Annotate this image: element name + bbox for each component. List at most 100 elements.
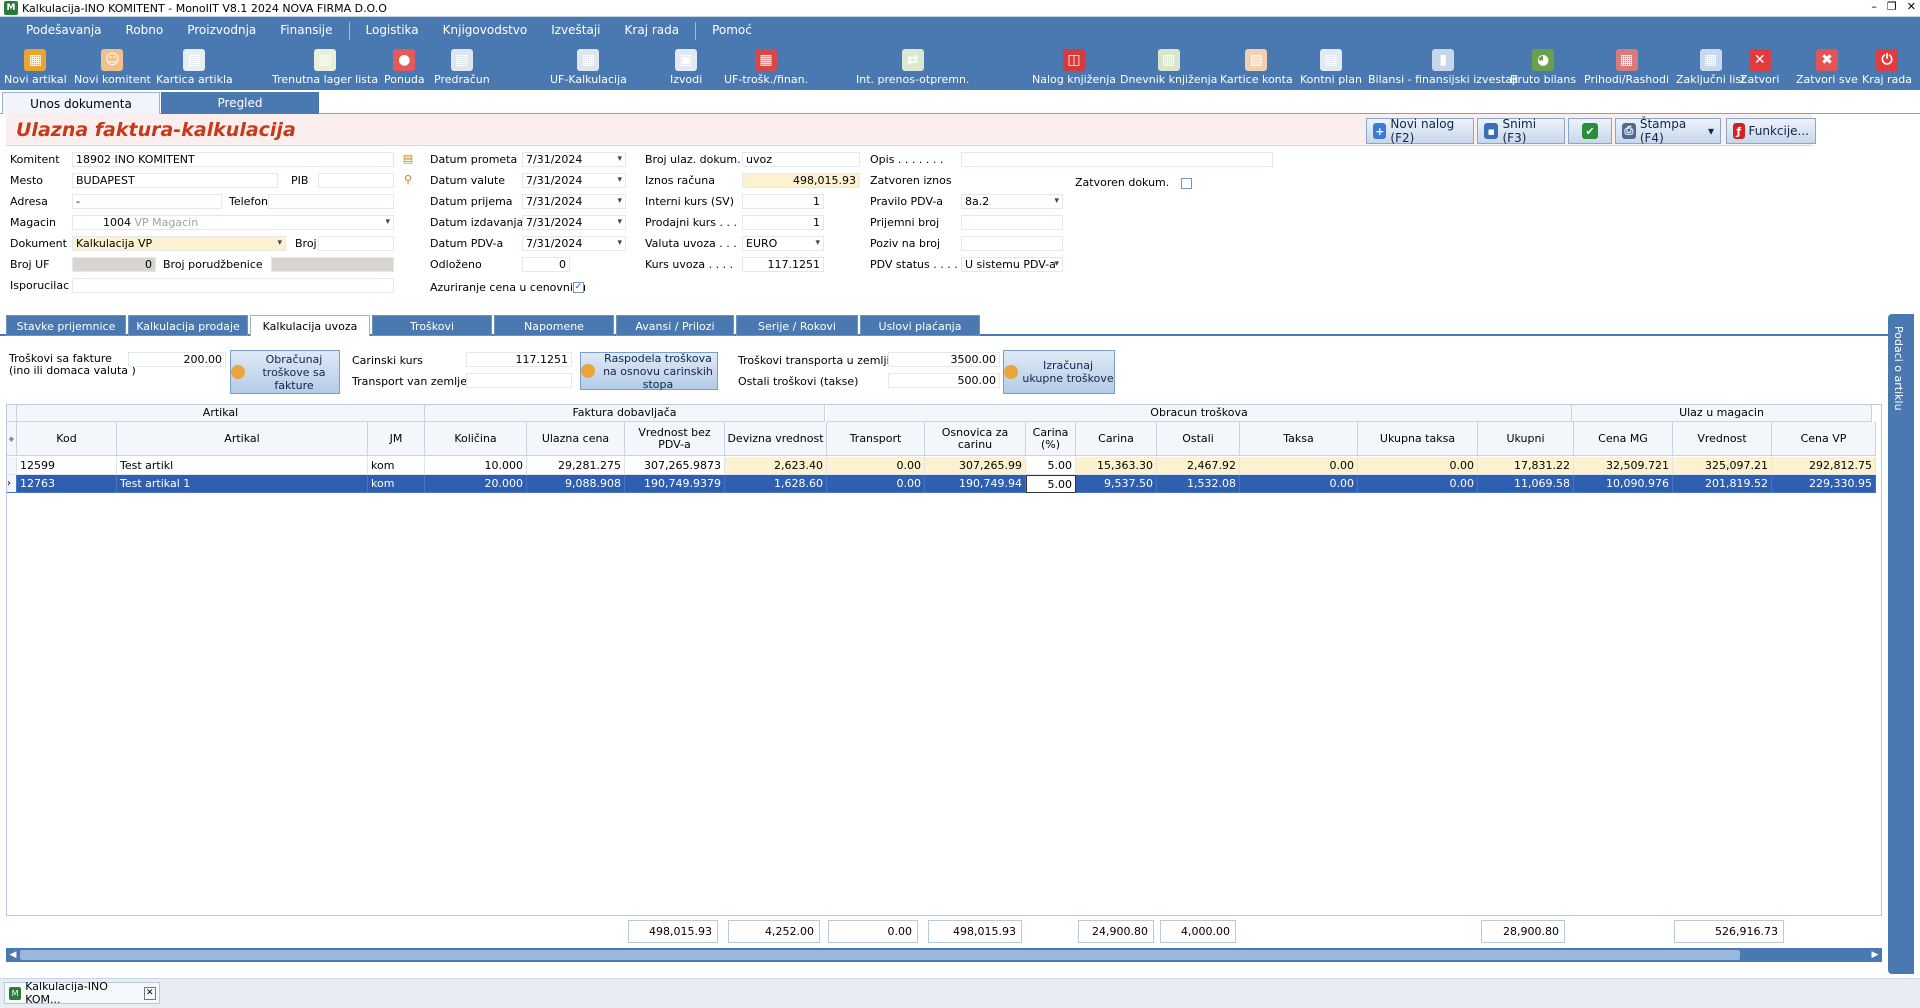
tab-stavke-prijemnice[interactable]: Stavke prijemnice (6, 315, 126, 336)
toolbar-button-9[interactable]: ▦ UF-trošk./finan. (724, 44, 808, 90)
column-header[interactable]: Ukupna taksa (1358, 422, 1478, 456)
scroll-left-icon[interactable]: ◀ (6, 948, 20, 962)
print-button[interactable]: ⎙ Štampa (F4) ▾ (1615, 117, 1721, 145)
menu-podesavanja[interactable]: Podešavanja (14, 17, 114, 44)
toolbar-button-14[interactable]: ▤ Kontni plan (1300, 44, 1362, 90)
poziv-field[interactable] (961, 236, 1063, 251)
iznos-racuna-field[interactable]: 498,015.93 (742, 173, 860, 188)
dokument-select[interactable]: Kalkulacija VP (72, 236, 286, 251)
broj-field[interactable] (318, 236, 394, 251)
confirm-button[interactable]: ✔ (1568, 118, 1612, 144)
pdv-status-select[interactable]: U sistemu PDV-a (961, 257, 1063, 272)
column-header[interactable]: Devizna vrednost (725, 422, 827, 456)
window-tab-kalkulacija[interactable]: M Kalkulacija-INO KOM... ✕ (4, 980, 160, 1006)
adresa-field[interactable]: - (72, 194, 222, 209)
toolbar-button-21[interactable]: ⏻ Kraj rada (1862, 44, 1912, 90)
tab-serije-rokovi[interactable]: Serije / Rokovi trajanja (736, 315, 858, 354)
toolbar-button-19[interactable]: ✕ Zatvori (1740, 44, 1779, 90)
column-header[interactable]: Kod (17, 422, 117, 456)
toolbar-button-8[interactable]: ▣ Izvodi (670, 44, 702, 90)
column-header[interactable]: Vrednost (1673, 422, 1772, 456)
toolbar-button-20[interactable]: ✖ Zatvori sve (1796, 44, 1858, 90)
scroll-right-icon[interactable]: ▶ (1868, 948, 1882, 962)
prodajni-kurs-field[interactable]: 1 (742, 215, 824, 230)
raspodela-troskova-button[interactable]: Raspodela troškova na osnovu carinskih s… (580, 352, 718, 391)
menu-knjigovodstvo[interactable]: Knjigovodstvo (431, 17, 540, 44)
menu-izvestaji[interactable]: Izveštaji (539, 17, 612, 44)
toolbar-button-13[interactable]: ▧ Kartice konta (1220, 44, 1293, 90)
odlozeno-field[interactable]: 0 (522, 257, 570, 272)
column-header[interactable]: Cena MG (1574, 422, 1673, 456)
tab-kalkulacija-uvoza[interactable]: Kalkulacija uvoza (250, 315, 370, 336)
scroll-thumb[interactable] (20, 950, 1740, 960)
toolbar-button-7[interactable]: ▦ UF-Kalkulacija (550, 44, 627, 90)
pravilo-pdv-select[interactable]: 8a.2 (961, 194, 1063, 209)
tab-kalkulacija-prodaje[interactable]: Kalkulacija prodaje (128, 315, 248, 336)
broj-ulaz-field[interactable]: uvoz (742, 152, 860, 167)
new-order-button[interactable]: + Novi nalog (F2) (1366, 117, 1474, 145)
menu-kraj-rada[interactable]: Kraj rada (613, 17, 692, 44)
mesto-field[interactable]: BUDAPEST (72, 173, 278, 188)
carinski-kurs-field[interactable]: 117.1251 (466, 352, 572, 367)
opis-field[interactable] (961, 152, 1273, 167)
obracunaj-troskove-button[interactable]: Obračunaj troškove sa fakture (230, 350, 340, 394)
tab-unos-dokumenta[interactable]: Unos dokumenta (2, 92, 160, 114)
troskovi-transporta-field[interactable]: 3500.00 (888, 352, 1000, 367)
prijemni-broj-field[interactable] (961, 215, 1063, 230)
close-window-button[interactable]: ✕ (1907, 0, 1916, 13)
tab-avansi-prilozi[interactable]: Avansi / Prilozi (616, 315, 734, 336)
item-info-panel-tab[interactable]: Podaci o artiklu (1888, 314, 1914, 974)
column-header[interactable]: Cena VP (1772, 422, 1876, 456)
column-header[interactable]: Transport (827, 422, 925, 456)
toolbar-button-16[interactable]: ◕ Bruto bilans (1510, 44, 1576, 90)
toolbar-button-4[interactable]: ▥ Trenutna lager lista (272, 44, 378, 90)
datum-pdv-field[interactable]: 7/31/2024 (522, 236, 626, 251)
tab-pregled[interactable]: Pregled (161, 92, 319, 114)
table-cell[interactable]: 5.00 (1026, 475, 1076, 493)
datum-prometa-field[interactable]: 7/31/2024 (522, 152, 626, 167)
minimize-button[interactable]: – (1871, 0, 1877, 13)
maximize-button[interactable]: ❐ (1887, 0, 1897, 13)
menu-finansije[interactable]: Finansije (268, 17, 344, 44)
column-header[interactable]: Ulazna cena (527, 422, 625, 456)
datum-izdavanja-field[interactable]: 7/31/2024 (522, 215, 626, 230)
toolbar-button-5[interactable]: ● Ponuda (384, 44, 425, 90)
menu-pomoc[interactable]: Pomoć (700, 17, 764, 44)
zatvoren-dokum-checkbox[interactable] (1181, 178, 1192, 189)
toolbar-button-3[interactable]: ▤ Kartica artikla (156, 44, 233, 90)
datum-prijema-field[interactable]: 7/31/2024 (522, 194, 626, 209)
column-header[interactable]: Vrednost bez PDV-a (625, 422, 725, 456)
toolbar-button-12[interactable]: ▥ Dnevnik knjiženja (1120, 44, 1217, 90)
column-header[interactable]: Taksa (1240, 422, 1358, 456)
izracunaj-troskove-button[interactable]: Izračunaj ukupne troškove (1003, 350, 1115, 394)
menu-logistika[interactable]: Logistika (354, 17, 431, 44)
horizontal-scrollbar[interactable]: ◀ ▶ (6, 948, 1882, 962)
functions-button[interactable]: ƒ Funkcije... (1726, 118, 1816, 144)
komitent-field[interactable]: 18902 INO KOMITENT (72, 152, 394, 167)
column-header[interactable]: Ostali (1157, 422, 1240, 456)
menu-proizvodnja[interactable]: Proizvodnja (175, 17, 268, 44)
print-dropdown-icon[interactable]: ▾ (1708, 124, 1714, 138)
column-header[interactable]: Ukupni (1478, 422, 1574, 456)
column-header[interactable]: Količina (425, 422, 527, 456)
save-button[interactable]: ▪ Snimi (F3) (1477, 117, 1565, 145)
azuriranje-checkbox[interactable]: ✓ (573, 282, 584, 293)
close-tab-button[interactable]: ✕ (143, 986, 156, 1000)
toolbar-button-2[interactable]: ☺ Novi komitent (74, 44, 151, 90)
troskovi-fakture-field[interactable]: 200.00 (128, 352, 226, 367)
toolbar-button-6[interactable]: ▤ Predračun (434, 44, 490, 90)
notes-icon[interactable]: ▤ (401, 152, 415, 166)
column-header[interactable]: Artikal (117, 422, 368, 456)
toolbar-button-10[interactable]: ⇄ Int. prenos-otpremn. (856, 44, 969, 90)
isporucilac-field[interactable] (72, 278, 394, 293)
valuta-uvoza-select[interactable]: EURO (742, 236, 824, 251)
datum-valute-field[interactable]: 7/31/2024 (522, 173, 626, 188)
tab-troskovi[interactable]: Troškovi (372, 315, 492, 336)
column-header[interactable]: Carina (1076, 422, 1157, 456)
toolbar-button-18[interactable]: ▦ Zaključni list (1676, 44, 1745, 90)
column-header[interactable]: Osnovica za carinu (925, 422, 1026, 456)
toolbar-button-1[interactable]: ▦ Novi artikal (4, 44, 67, 90)
toolbar-button-17[interactable]: ▦ Prihodi/Rashodi (1584, 44, 1669, 90)
pib-field[interactable] (318, 173, 394, 188)
toolbar-button-11[interactable]: ◫ Nalog knjiženja (1032, 44, 1116, 90)
